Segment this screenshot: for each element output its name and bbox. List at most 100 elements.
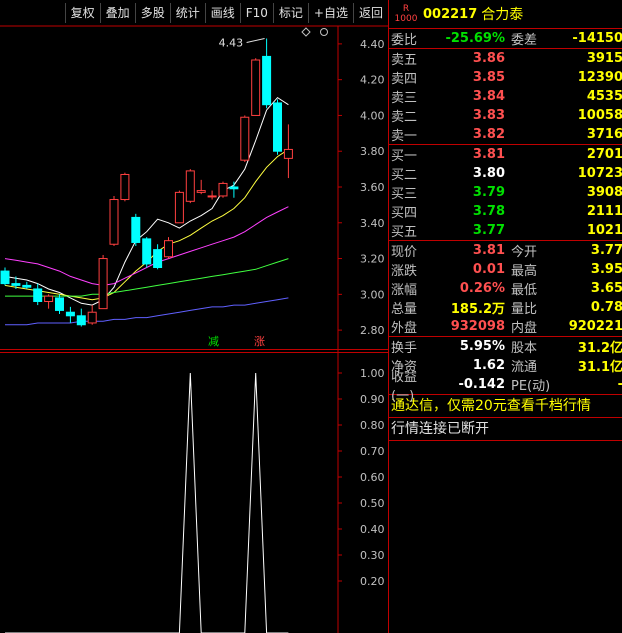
ma-line-ma10 (4, 148, 289, 301)
toolbar-button-3[interactable]: 统计 (169, 3, 205, 23)
bid-volume: 2701 (586, 147, 622, 162)
bid-level-4[interactable]: 买四 3.78 2111 (389, 202, 622, 221)
candle-body (76, 315, 86, 326)
price-tick-label: 3.20 (360, 253, 385, 266)
indicator-tick-label: 0.90 (360, 393, 385, 406)
toolbar-button-1[interactable]: 叠加 (99, 3, 135, 23)
candle (55, 294, 64, 315)
toolbar-button-5[interactable]: F10 (239, 3, 273, 23)
candle-body (283, 148, 293, 159)
ask-volume: 3716 (586, 127, 622, 142)
candle-body (87, 311, 97, 324)
fund-row-1-value2: 31.1亿 (577, 360, 622, 375)
ask-price: 3.83 (472, 108, 505, 123)
ask-volume: 3915 (586, 51, 622, 66)
signal-marker-increase: 涨 (254, 335, 265, 348)
order-ratio-label: 委比 (391, 33, 418, 48)
candle (98, 254, 108, 310)
ask-level-5[interactable]: 卖五 3.86 3915 (389, 49, 622, 68)
candle (44, 294, 54, 309)
candle-body (196, 190, 206, 193)
ask-price: 3.84 (472, 89, 505, 104)
kline-chart[interactable]: 4.40 4.20 4.00 3.80 3.60 3.40 3.20 3.00 2.80 1.0… (0, 0, 388, 633)
indicator-tick-label: 0.20 (360, 575, 385, 588)
candle (109, 195, 119, 247)
candle-body (164, 240, 173, 258)
stat-row-2-value2: 3.65 (590, 281, 622, 296)
candlestick-series (0, 38, 293, 327)
candle-body (229, 186, 239, 190)
indicator-series (5, 372, 289, 633)
candle-body (98, 258, 108, 310)
ask-level-1[interactable]: 卖一 3.82 3716 (389, 125, 622, 144)
candle (262, 38, 272, 109)
stock-name: 合力泰 (481, 7, 524, 23)
bid-label: 买三 (391, 187, 418, 202)
bid-level-1[interactable]: 买一 3.81 2701 (389, 145, 622, 164)
stat-row-0-value2: 3.77 (590, 243, 622, 258)
candle-body (174, 191, 184, 224)
fund-row-0-value: 5.95% (459, 339, 505, 354)
stat-row-3-value: 185.2万 (450, 302, 505, 317)
candle-body (251, 59, 261, 116)
candle (87, 305, 97, 325)
fund-row-1-value: 1.62 (472, 358, 505, 373)
stat-row-3-label2: 量比 (511, 302, 538, 317)
ask-level-4[interactable]: 卖四 3.85 12390 (389, 68, 622, 87)
price-tick-label: 4.40 (360, 38, 385, 51)
indicator-tick-label: 0.40 (360, 523, 385, 536)
stat-row-2-label: 涨幅 (391, 283, 418, 298)
toolbar-button-8[interactable]: 返回 (352, 3, 388, 23)
bid-level-5[interactable]: 买五 3.77 1021 (389, 221, 622, 240)
order-ratio-row: 委比 -25.69% 委差 -14150 (389, 29, 622, 49)
fund-row-2-label2: PE(动) (511, 379, 551, 394)
stat-row-1: 涨跌 0.01 最高 3.95 (389, 260, 622, 279)
fund-row-0-label: 换手 (391, 341, 418, 356)
stat-row-4-label: 外盘 (391, 321, 418, 336)
candle (185, 169, 195, 204)
candle (33, 283, 43, 306)
indicator-tick-label: 0.50 (360, 497, 385, 510)
candle-body (185, 170, 195, 202)
fundamental-stats: 换手 5.95% 股本 31.2亿 净资 1.62 流通 31.1亿 收益(一) -0.142 PE… (389, 337, 622, 404)
indicator-line (5, 372, 289, 633)
fund-row-1-label2: 流通 (511, 360, 538, 375)
stat-row-4-value: 932098 (450, 319, 505, 334)
indicator-tick-label: 1.00 (360, 367, 385, 380)
stat-row-4: 外盘 932098 内盘 920221 (389, 317, 622, 336)
toolbar-button-0[interactable]: 复权 (64, 3, 100, 23)
price-stats: 现价 3.81 今开 3.77 涨跌 0.01 最高 3.95 涨幅 0.26% 最低 3.65 总量 1… (389, 241, 622, 337)
toolbar-button-6[interactable]: 标记 (272, 3, 308, 23)
price-tick-label: 4.20 (360, 74, 385, 87)
circle-icon (320, 28, 328, 36)
candle-body (11, 283, 21, 286)
stat-row-3: 总量 185.2万 量比 0.78 (389, 298, 622, 317)
fund-row-2-value: -0.142 (458, 377, 505, 392)
toolbar-button-4[interactable]: 画线 (204, 3, 240, 23)
stat-row-1-label2: 最高 (511, 264, 538, 279)
stock-header: R 1000 002217 合力泰 (389, 0, 622, 29)
indicator-tick-label: 0.30 (360, 549, 385, 562)
bid-level-2[interactable]: 买二 3.80 10723 (389, 164, 622, 183)
fund-row-2: 收益(一) -0.142 PE(动)- (389, 370, 622, 404)
high-price-annotation: 4.43 (219, 37, 244, 50)
candle (120, 172, 130, 202)
candle (251, 58, 261, 116)
candle-body (109, 199, 119, 245)
candle (229, 181, 239, 198)
candle (0, 267, 10, 286)
ask-label: 卖二 (391, 110, 418, 125)
ask-price: 3.85 (472, 70, 505, 85)
toolbar-button-7[interactable]: +自选 (307, 3, 353, 23)
candle-body (131, 216, 141, 243)
ask-level-3[interactable]: 卖三 3.84 4535 (389, 87, 622, 106)
candle (283, 124, 293, 179)
indicator-tick-label: 0.60 (360, 471, 385, 484)
stat-row-4-label2: 内盘 (511, 321, 538, 336)
toolbar-button-2[interactable]: 多股 (134, 3, 170, 23)
candle-body (44, 295, 54, 302)
bid-level-3[interactable]: 买三 3.79 3908 (389, 183, 622, 202)
candle (196, 179, 206, 195)
ask-book: 卖五 3.86 3915 卖四 3.85 12390 卖三 3.84 4535 卖二 3.83 100… (389, 49, 622, 145)
ask-level-2[interactable]: 卖二 3.83 10058 (389, 106, 622, 125)
